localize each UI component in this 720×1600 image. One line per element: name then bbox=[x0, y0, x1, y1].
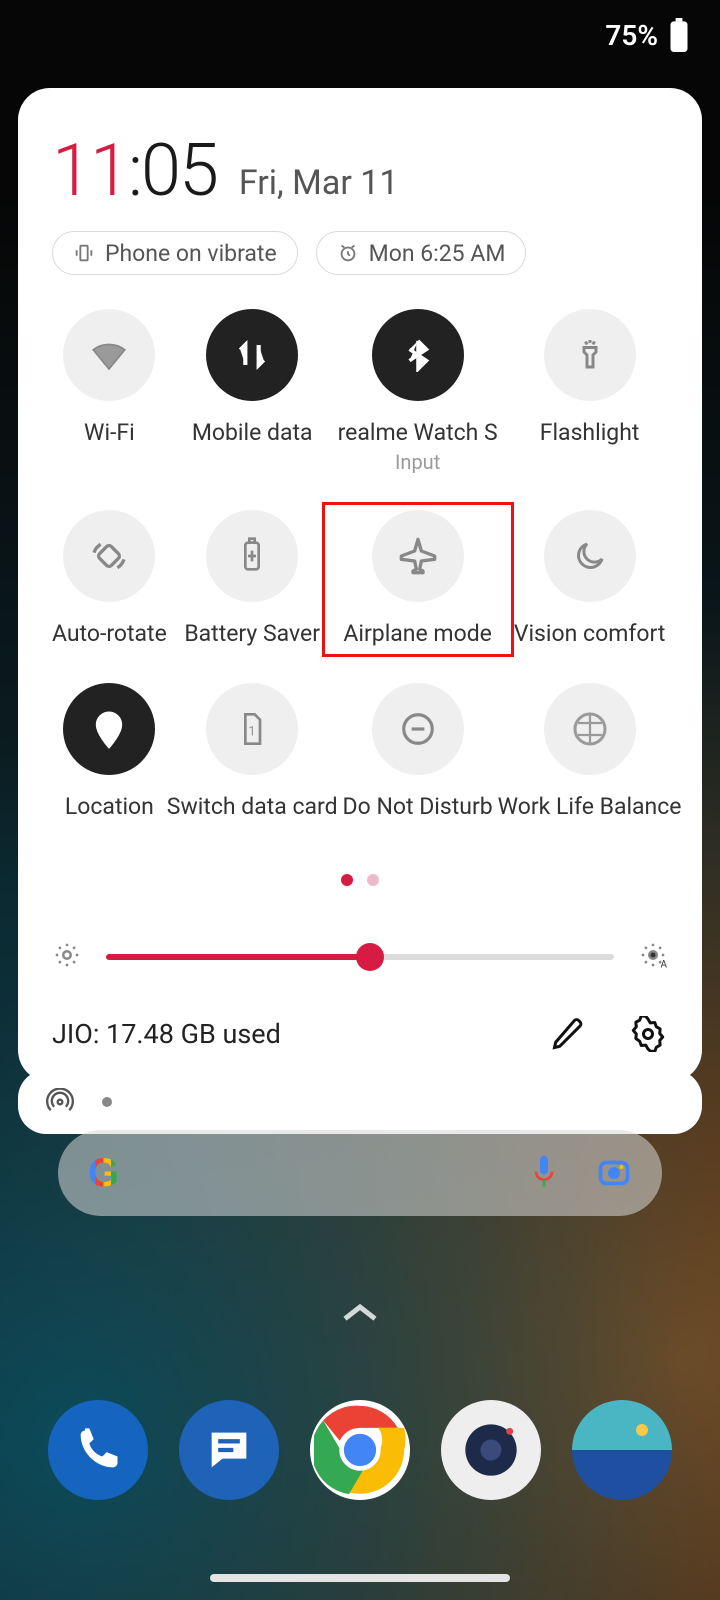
slider-thumb[interactable] bbox=[356, 943, 384, 971]
sim-icon: 1 bbox=[206, 683, 298, 775]
tile-airplane[interactable]: Airplane mode bbox=[338, 510, 498, 647]
battery-icon bbox=[668, 18, 690, 52]
camera-icon bbox=[456, 1415, 526, 1485]
date-label[interactable]: Fri, Mar 11 bbox=[239, 163, 399, 213]
globe-icon bbox=[544, 683, 636, 775]
airplane-icon bbox=[372, 510, 464, 602]
settings-button[interactable] bbox=[628, 1014, 668, 1054]
clock[interactable]: 11:05 bbox=[52, 128, 217, 213]
lens-icon[interactable] bbox=[596, 1155, 632, 1191]
mic-icon[interactable] bbox=[528, 1153, 560, 1193]
tile-mobile-data[interactable]: Mobile data bbox=[167, 309, 338, 474]
chevron-up-icon bbox=[340, 1300, 380, 1324]
hotspot-icon bbox=[46, 1088, 74, 1116]
messages-icon bbox=[203, 1424, 255, 1476]
gear-icon bbox=[630, 1016, 666, 1052]
tile-label: Battery Saver bbox=[184, 620, 320, 647]
slider-fill bbox=[106, 954, 370, 960]
tile-wifi[interactable]: Wi-Fi bbox=[52, 309, 167, 474]
moon-icon bbox=[544, 510, 636, 602]
data-usage[interactable]: JIO: 17.48 GB used bbox=[52, 1018, 281, 1050]
tile-battery-saver[interactable]: Battery Saver bbox=[167, 510, 338, 647]
vibrate-icon bbox=[73, 242, 95, 264]
notification-dot bbox=[102, 1097, 112, 1107]
tile-vision[interactable]: Vision comfort bbox=[498, 510, 682, 647]
tile-label: Switch data card bbox=[167, 793, 338, 820]
tile-sublabel: Input bbox=[395, 450, 440, 474]
app-camera[interactable] bbox=[441, 1400, 541, 1500]
dnd-icon bbox=[372, 683, 464, 775]
tile-label: realme Watch S bbox=[338, 419, 498, 446]
vibrate-chip-label: Phone on vibrate bbox=[105, 240, 277, 267]
notification-bar[interactable] bbox=[18, 1070, 702, 1134]
chip-row: Phone on vibrate Mon 6:25 AM bbox=[52, 231, 668, 275]
quick-settings-panel: 11:05 Fri, Mar 11 Phone on vibrate Mon 6… bbox=[18, 88, 702, 1082]
pencil-icon bbox=[550, 1016, 586, 1052]
status-bar: 75% bbox=[0, 0, 720, 70]
app-gallery[interactable] bbox=[572, 1400, 672, 1500]
tile-grid: Wi-Fi Mobile data realme Watch S Input Flash… bbox=[52, 309, 668, 820]
tile-label: Work Life Balance bbox=[498, 793, 682, 820]
clock-hours: 11 bbox=[52, 128, 128, 213]
tile-auto-rotate[interactable]: Auto-rotate bbox=[52, 510, 167, 647]
app-chrome[interactable] bbox=[310, 1400, 410, 1500]
app-phone[interactable] bbox=[48, 1400, 148, 1500]
edit-tiles-button[interactable] bbox=[548, 1014, 588, 1054]
brightness-slider[interactable] bbox=[106, 943, 614, 971]
tile-label: Mobile data bbox=[192, 419, 313, 446]
tile-bluetooth[interactable]: realme Watch S Input bbox=[338, 309, 498, 474]
wifi-icon bbox=[63, 309, 155, 401]
alarm-chip-label: Mon 6:25 AM bbox=[369, 240, 506, 267]
brightness-low-icon[interactable] bbox=[52, 940, 82, 974]
tile-label: Flashlight bbox=[540, 419, 640, 446]
tile-switch-sim[interactable]: 1 Switch data card bbox=[167, 683, 338, 820]
phone-icon bbox=[72, 1424, 124, 1476]
brightness-row: A bbox=[52, 940, 668, 974]
pin-icon bbox=[63, 683, 155, 775]
battery-icon bbox=[206, 510, 298, 602]
app-messages[interactable] bbox=[179, 1400, 279, 1500]
pager-dot-inactive bbox=[367, 874, 379, 886]
gesture-nav-pill[interactable] bbox=[210, 1574, 510, 1582]
panel-bottom-row: JIO: 17.48 GB used bbox=[52, 1014, 668, 1054]
clock-minutes: 05 bbox=[141, 128, 217, 213]
tile-dnd[interactable]: Do Not Disturb bbox=[338, 683, 498, 820]
tile-label: Auto-rotate bbox=[52, 620, 167, 647]
tile-label: Location bbox=[65, 793, 154, 820]
tile-flashlight[interactable]: Flashlight bbox=[498, 309, 682, 474]
alarm-chip[interactable]: Mon 6:25 AM bbox=[316, 231, 527, 275]
app-drawer-handle[interactable] bbox=[340, 1300, 380, 1328]
svg-text:1: 1 bbox=[248, 725, 256, 740]
chrome-icon bbox=[314, 1404, 406, 1496]
brightness-auto-icon[interactable]: A bbox=[638, 940, 668, 974]
battery-percent: 75% bbox=[605, 19, 658, 52]
flashlight-icon bbox=[544, 309, 636, 401]
pager[interactable] bbox=[52, 874, 668, 886]
google-search-bar[interactable]: G bbox=[58, 1130, 662, 1216]
alarm-icon bbox=[337, 242, 359, 264]
clock-row: 11:05 Fri, Mar 11 bbox=[52, 128, 668, 213]
data-icon bbox=[206, 309, 298, 401]
dock bbox=[0, 1400, 720, 1500]
tile-label: Do Not Disturb bbox=[343, 793, 493, 820]
tile-label: Vision comfort bbox=[514, 620, 666, 647]
tile-label: Wi-Fi bbox=[84, 419, 135, 446]
tile-label: Airplane mode bbox=[343, 620, 491, 647]
rotate-icon bbox=[63, 510, 155, 602]
tile-location[interactable]: Location bbox=[52, 683, 167, 820]
svg-text:A: A bbox=[661, 960, 668, 971]
bluetooth-icon bbox=[372, 309, 464, 401]
tile-worklife[interactable]: Work Life Balance bbox=[498, 683, 682, 820]
google-logo-icon: G bbox=[88, 1151, 119, 1196]
vibrate-chip[interactable]: Phone on vibrate bbox=[52, 231, 298, 275]
pager-dot-active bbox=[341, 874, 353, 886]
